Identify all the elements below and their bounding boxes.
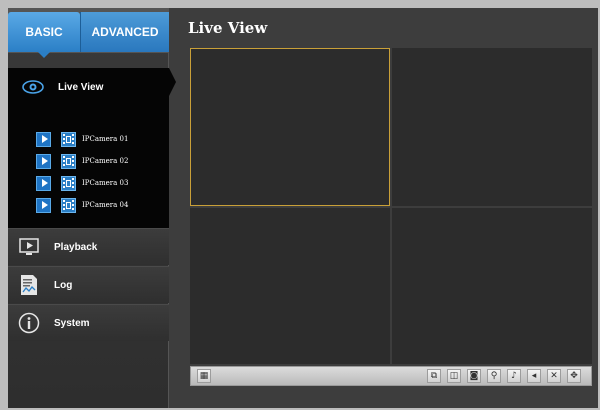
camera-label: IPCamera 02 xyxy=(82,157,129,165)
sidebar-item-playback[interactable]: Playback xyxy=(8,228,169,265)
sidebar-item-label: Playback xyxy=(54,241,98,253)
camera-label: IPCamera 03 xyxy=(82,179,129,187)
play-icon[interactable] xyxy=(36,197,51,213)
app-window: BASIC ADVANCED Live View IPCamera 01 IPC… xyxy=(8,8,598,408)
sidebar-item-log[interactable]: Log xyxy=(8,266,169,303)
play-icon[interactable] xyxy=(36,153,51,169)
tab-advanced[interactable]: ADVANCED xyxy=(80,12,169,52)
camera-item-2[interactable]: IPCamera 02 xyxy=(36,152,128,170)
zoom-icon[interactable]: ⚲ xyxy=(487,369,501,383)
eye-icon xyxy=(22,80,44,94)
sidebar-item-label: System xyxy=(54,317,90,329)
camera-label: IPCamera 04 xyxy=(82,201,129,209)
layout-icon[interactable]: ▦ xyxy=(197,369,211,383)
active-tab-indicator xyxy=(38,52,50,58)
sidebar-item-system[interactable]: System xyxy=(8,304,169,341)
video-grid xyxy=(190,48,592,364)
camera-item-4[interactable]: IPCamera 04 xyxy=(36,196,128,214)
record-icon[interactable]: ◫ xyxy=(447,369,461,383)
camera-channel-icon xyxy=(61,131,76,147)
ptz-icon[interactable]: ✥ xyxy=(567,369,581,383)
snapshot-icon[interactable]: ⧉ xyxy=(427,369,441,383)
info-icon xyxy=(18,312,40,334)
tab-basic[interactable]: BASIC xyxy=(8,12,80,52)
live-view-section: Live View IPCamera 01 IPCamera 02 IPCame… xyxy=(8,68,169,228)
video-pane-2[interactable] xyxy=(392,48,592,206)
play-icon[interactable] xyxy=(36,131,51,147)
mic-icon[interactable]: ♪ xyxy=(507,369,521,383)
video-pane-3[interactable] xyxy=(190,208,390,364)
video-pane-1[interactable] xyxy=(190,48,390,206)
camera-channel-icon xyxy=(61,153,76,169)
camera-label: IPCamera 01 xyxy=(82,135,129,143)
camera-item-1[interactable]: IPCamera 01 xyxy=(36,130,128,148)
video-toolbar: ▦ ⧉ ◫ ◙ ⚲ ♪ ◂ ✕ ✥ xyxy=(190,366,592,386)
active-item-pointer xyxy=(169,68,176,96)
page-title: Live View xyxy=(188,19,268,37)
camera-channel-icon xyxy=(61,175,76,191)
play-icon[interactable] xyxy=(36,175,51,191)
sidebar-item-label: Live View xyxy=(58,81,104,93)
sidebar-item-live-view[interactable]: Live View xyxy=(8,68,169,106)
sidebar-item-label: Log xyxy=(54,279,73,291)
sidebar: BASIC ADVANCED Live View IPCamera 01 IPC… xyxy=(8,8,176,408)
playback-icon xyxy=(19,238,39,255)
camera-channel-icon xyxy=(61,197,76,213)
page-header: Live View xyxy=(170,8,598,48)
camera-icon[interactable]: ◙ xyxy=(467,369,481,383)
mode-tabs: BASIC ADVANCED xyxy=(8,8,169,58)
log-icon xyxy=(21,275,37,295)
camera-item-3[interactable]: IPCamera 03 xyxy=(36,174,128,192)
video-pane-4[interactable] xyxy=(392,208,592,364)
close-all-icon[interactable]: ✕ xyxy=(547,369,561,383)
volume-icon[interactable]: ◂ xyxy=(527,369,541,383)
